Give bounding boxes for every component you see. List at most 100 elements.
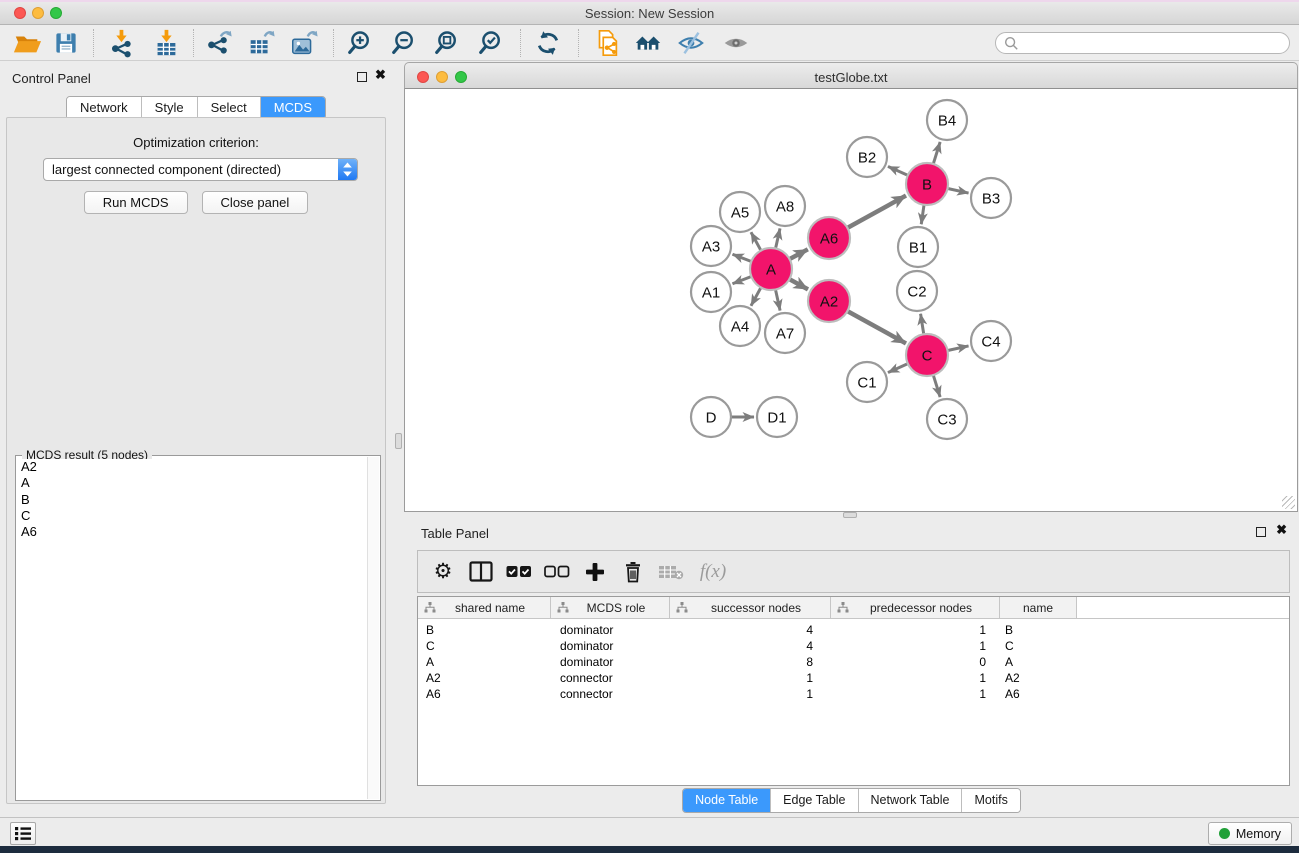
table-cell[interactable]: connector — [551, 687, 670, 701]
show-selected-eye-icon[interactable] — [719, 26, 753, 60]
table-tab-network-table[interactable]: Network Table — [859, 789, 963, 812]
deselect-all-icon[interactable] — [542, 557, 572, 587]
tab-select[interactable]: Select — [198, 97, 261, 119]
table-cell[interactable]: C — [418, 639, 551, 653]
graph-edge-A-A1[interactable] — [732, 276, 752, 284]
search-field[interactable] — [995, 32, 1290, 54]
tab-mcds[interactable]: MCDS — [261, 97, 325, 119]
graph-edge-A6-B[interactable] — [847, 196, 906, 229]
graph-node-A4[interactable]: A4 — [720, 306, 760, 346]
result-item[interactable]: A6 — [18, 524, 366, 540]
graph-edge-C-C1[interactable] — [888, 363, 909, 372]
table-row[interactable]: A2connector11A2 — [418, 670, 1289, 686]
close-panel-icon[interactable]: ✖ — [375, 68, 386, 82]
table-cell[interactable]: A — [1000, 655, 1077, 669]
network-window-titlebar[interactable]: testGlobe.txt — [404, 62, 1298, 89]
table-cell[interactable]: 4 — [670, 639, 831, 653]
graph-node-C3[interactable]: C3 — [927, 399, 967, 439]
open-session-icon[interactable] — [10, 26, 44, 60]
table-tab-node-table[interactable]: Node Table — [683, 789, 771, 812]
table-cell[interactable]: dominator — [551, 639, 670, 653]
zoom-selected-icon[interactable] — [475, 26, 509, 60]
column-header-successor-nodes[interactable]: successor nodes — [670, 597, 831, 619]
table-cell[interactable]: connector — [551, 671, 670, 685]
table-cell[interactable]: A — [418, 655, 551, 669]
export-network-icon[interactable] — [202, 26, 236, 60]
criterion-dropdown[interactable]: largest connected component (directed) — [43, 158, 358, 181]
graph-node-A1[interactable]: A1 — [691, 272, 731, 312]
graph-edge-B-B2[interactable] — [888, 166, 909, 175]
graph-node-A2[interactable]: A2 — [808, 280, 850, 322]
table-row[interactable]: Adominator80A — [418, 654, 1289, 670]
delete-column-icon[interactable] — [618, 557, 648, 587]
table-row[interactable]: A6connector11A6 — [418, 686, 1289, 702]
column-header-name[interactable]: name — [1000, 597, 1077, 619]
network-graph[interactable]: B4B2BB3A8A5A6A3B1AC2A1A2A4A7C4CC1DD1C3 — [405, 89, 1297, 511]
graph-edge-B-B1[interactable] — [921, 204, 924, 224]
table-cell[interactable]: 0 — [831, 655, 1000, 669]
graph-node-A7[interactable]: A7 — [765, 313, 805, 353]
split-view-icon[interactable] — [466, 557, 496, 587]
task-history-button[interactable] — [10, 822, 36, 845]
graph-node-A8[interactable]: A8 — [765, 186, 805, 226]
network-from-selection-icon[interactable] — [590, 26, 624, 60]
graph-edge-C-C3[interactable] — [933, 374, 940, 397]
graph-node-C1[interactable]: C1 — [847, 362, 887, 402]
result-item[interactable]: A2 — [18, 459, 366, 475]
table-tab-motifs[interactable]: Motifs — [962, 789, 1019, 812]
graph-node-D[interactable]: D — [691, 397, 731, 437]
window-resize-grip[interactable] — [1282, 496, 1295, 509]
close-table-panel-icon[interactable]: ✖ — [1276, 523, 1287, 537]
graph-edge-A-A5[interactable] — [751, 232, 761, 251]
import-network-icon[interactable] — [104, 26, 138, 60]
table-row[interactable]: Cdominator41C — [418, 638, 1289, 654]
table-cell[interactable]: A6 — [1000, 687, 1077, 701]
table-cell[interactable]: B — [1000, 623, 1077, 637]
float-panel-icon[interactable] — [357, 72, 367, 82]
zoom-in-icon[interactable] — [344, 26, 378, 60]
memory-button[interactable]: Memory — [1208, 822, 1292, 845]
graph-node-B4[interactable]: B4 — [927, 100, 967, 140]
table-cell[interactable]: 1 — [831, 687, 1000, 701]
graph-edge-A-A8[interactable] — [775, 228, 780, 249]
table-cell[interactable]: C — [1000, 639, 1077, 653]
graph-edge-A-A4[interactable] — [751, 287, 761, 306]
import-table-icon[interactable] — [149, 26, 183, 60]
tab-style[interactable]: Style — [142, 97, 198, 119]
graph-node-A3[interactable]: A3 — [691, 226, 731, 266]
export-table-icon[interactable] — [244, 26, 278, 60]
search-input[interactable] — [1019, 34, 1289, 52]
table-cell[interactable]: 1 — [831, 671, 1000, 685]
table-cell[interactable]: 8 — [670, 655, 831, 669]
table-tab-edge-table[interactable]: Edge Table — [771, 789, 858, 812]
graph-node-A5[interactable]: A5 — [720, 192, 760, 232]
table-cell[interactable]: dominator — [551, 623, 670, 637]
add-column-icon[interactable] — [580, 557, 610, 587]
graph-edge-B-B4[interactable] — [933, 142, 940, 165]
result-item[interactable]: A — [18, 475, 366, 491]
close-panel-button[interactable]: Close panel — [202, 191, 309, 214]
hide-selected-eye-icon[interactable] — [674, 26, 708, 60]
graph-node-C2[interactable]: C2 — [897, 271, 937, 311]
column-header-predecessor-nodes[interactable]: predecessor nodes — [831, 597, 1000, 619]
vertical-splitter-grip[interactable] — [395, 433, 402, 449]
home-view-icon[interactable] — [631, 26, 665, 60]
mcds-result-list[interactable]: A2ABCA6 — [18, 459, 366, 798]
run-mcds-button[interactable]: Run MCDS — [84, 191, 188, 214]
graph-edge-A2-C[interactable] — [847, 311, 906, 344]
graph-node-D1[interactable]: D1 — [757, 397, 797, 437]
graph-edge-B-B3[interactable] — [947, 188, 969, 193]
graph-node-B2[interactable]: B2 — [847, 137, 887, 177]
float-table-panel-icon[interactable] — [1256, 527, 1266, 537]
graph-node-A[interactable]: A — [750, 248, 792, 290]
graph-edge-A-A2[interactable] — [789, 279, 808, 290]
select-all-icon[interactable] — [504, 557, 534, 587]
apply-layout-icon[interactable] — [531, 26, 565, 60]
column-header-shared-name[interactable]: shared name — [418, 597, 551, 619]
table-cell[interactable]: 4 — [670, 623, 831, 637]
graph-node-C[interactable]: C — [906, 334, 948, 376]
graph-node-B3[interactable]: B3 — [971, 178, 1011, 218]
zoom-fit-icon[interactable] — [431, 26, 465, 60]
graph-node-C4[interactable]: C4 — [971, 321, 1011, 361]
result-item[interactable]: B — [18, 492, 366, 508]
